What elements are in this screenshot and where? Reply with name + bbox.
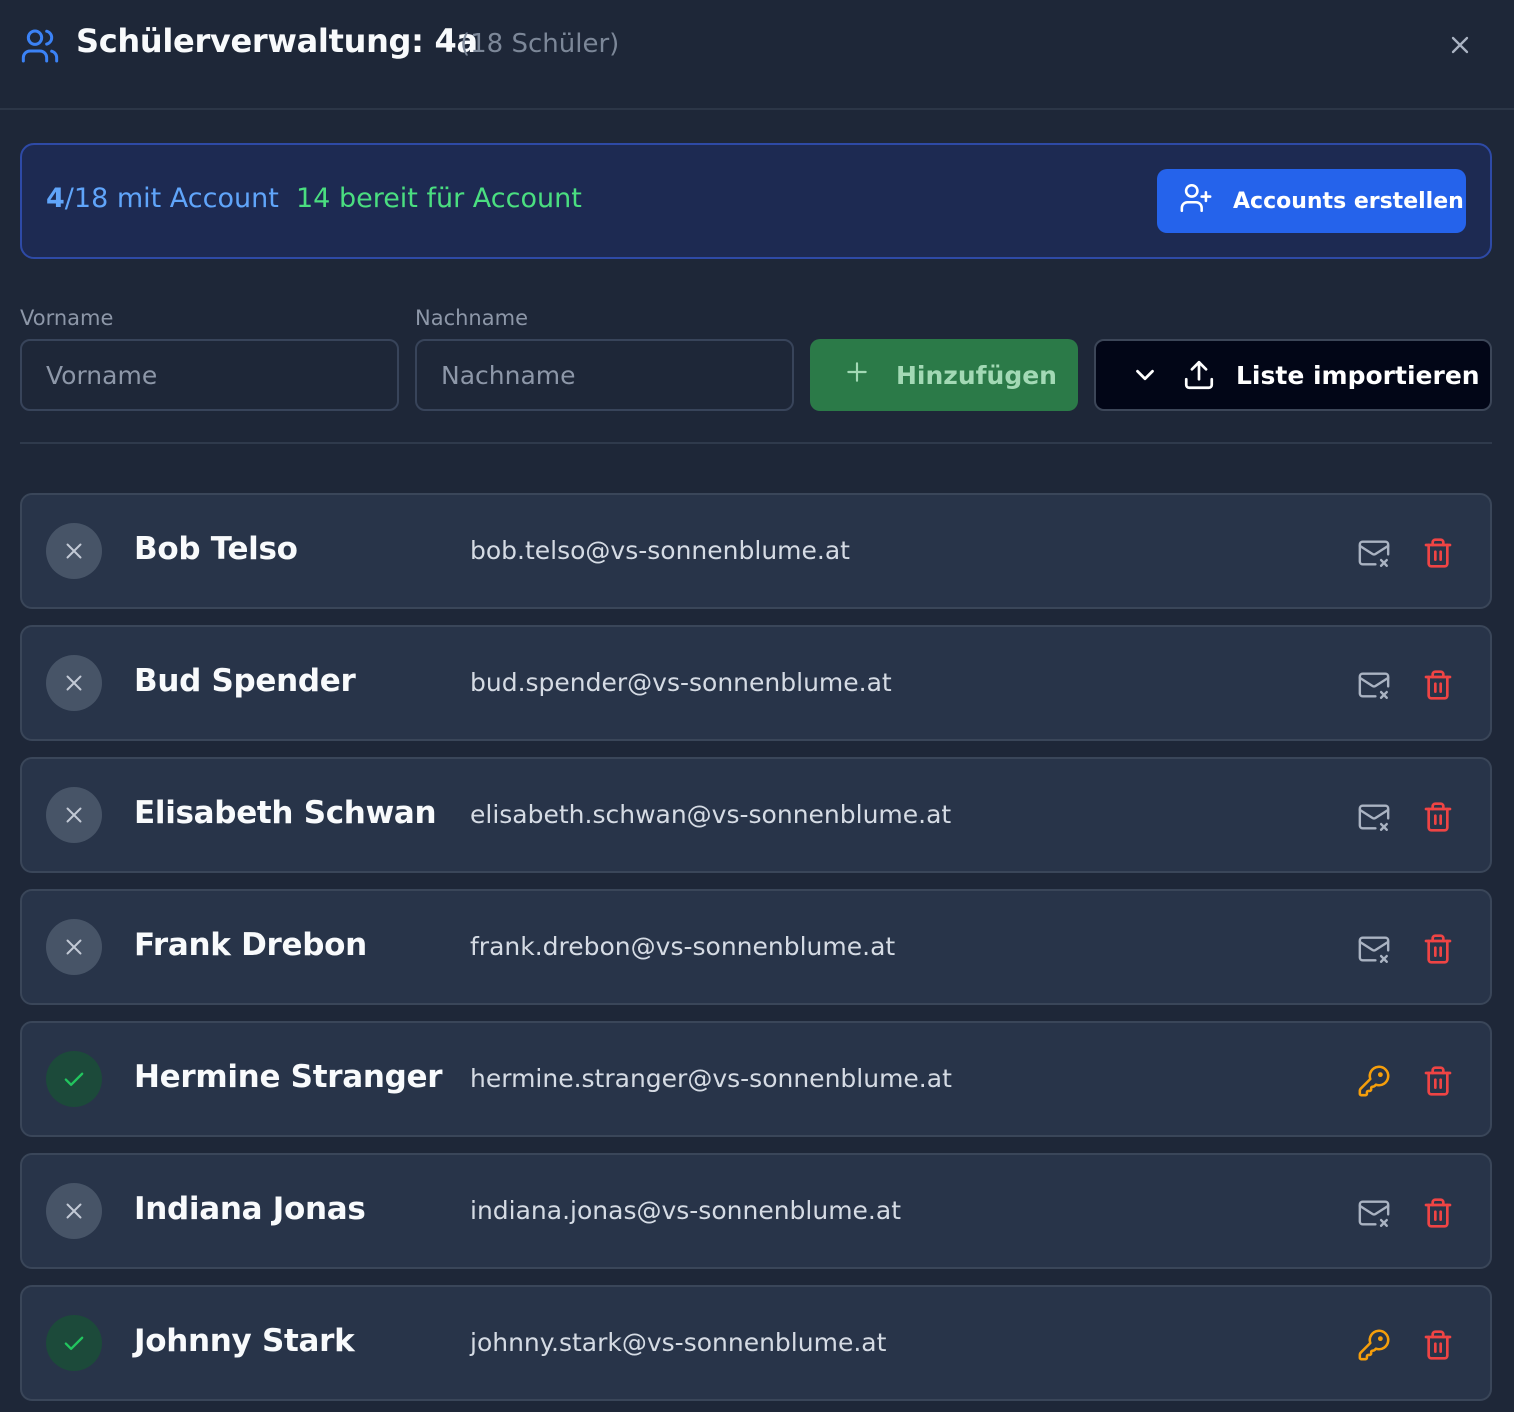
plus-icon bbox=[844, 359, 870, 391]
trash-icon[interactable] bbox=[1420, 1193, 1456, 1233]
account-stat-rest: /18 mit Account bbox=[64, 183, 279, 214]
student-list: Bob Telso bob.telso@vs-sonnenblume.at Bu… bbox=[20, 493, 1492, 1412]
student-email: indiana.jonas@vs-sonnenblume.at bbox=[470, 1196, 902, 1225]
create-accounts-button[interactable]: Accounts erstellen bbox=[1157, 169, 1466, 233]
mail-x-icon[interactable] bbox=[1354, 929, 1394, 969]
student-email: hermine.stranger@vs-sonnenblume.at bbox=[470, 1064, 952, 1093]
trash-icon[interactable] bbox=[1420, 797, 1456, 837]
user-plus-icon bbox=[1179, 181, 1213, 221]
student-row: Frank Drebon frank.drebon@vs-sonnenblume… bbox=[20, 889, 1492, 1005]
firstname-label: Vorname bbox=[20, 306, 114, 330]
mail-x-icon[interactable] bbox=[1354, 1193, 1394, 1233]
lastname-label: Nachname bbox=[415, 306, 528, 330]
dialog-header: Schülerverwaltung: 4a (18 Schüler) bbox=[0, 0, 1514, 110]
student-name: Bob Telso bbox=[134, 531, 298, 567]
account-summary-banner: 4/18 mit Account 14 bereit für Account A… bbox=[20, 143, 1492, 259]
account-check-icon bbox=[46, 1315, 102, 1371]
student-row: Johnny Stark johnny.stark@vs-sonnenblume… bbox=[20, 1285, 1492, 1401]
student-email: johnny.stark@vs-sonnenblume.at bbox=[470, 1328, 887, 1357]
trash-icon[interactable] bbox=[1420, 533, 1456, 573]
create-accounts-label: Accounts erstellen bbox=[1233, 188, 1464, 214]
key-icon[interactable] bbox=[1354, 1061, 1394, 1101]
no-account-x-icon bbox=[46, 655, 102, 711]
chevron-down-icon[interactable] bbox=[1130, 360, 1160, 390]
mail-x-icon[interactable] bbox=[1354, 533, 1394, 573]
key-icon[interactable] bbox=[1354, 1325, 1394, 1365]
student-email: bud.spender@vs-sonnenblume.at bbox=[470, 668, 892, 697]
student-name: Bud Spender bbox=[134, 663, 356, 699]
trash-icon[interactable] bbox=[1420, 665, 1456, 705]
no-account-x-icon bbox=[46, 787, 102, 843]
users-icon bbox=[20, 26, 60, 66]
student-name: Johnny Stark bbox=[134, 1323, 355, 1359]
firstname-input[interactable] bbox=[20, 339, 399, 411]
import-list-button[interactable]: Liste importieren bbox=[1094, 339, 1492, 411]
trash-icon[interactable] bbox=[1420, 929, 1456, 969]
import-list-label: Liste importieren bbox=[1236, 360, 1480, 390]
student-name: Elisabeth Schwan bbox=[134, 795, 437, 831]
student-row: Elisabeth Schwan elisabeth.schwan@vs-son… bbox=[20, 757, 1492, 873]
student-count: (18 Schüler) bbox=[460, 29, 620, 59]
account-check-icon bbox=[46, 1051, 102, 1107]
account-stat: 4/18 mit Account bbox=[46, 183, 279, 214]
mail-x-icon[interactable] bbox=[1354, 665, 1394, 705]
add-student-button[interactable]: Hinzufügen bbox=[810, 339, 1078, 411]
student-row: Hermine Stranger hermine.stranger@vs-son… bbox=[20, 1021, 1492, 1137]
mail-x-icon[interactable] bbox=[1354, 797, 1394, 837]
ready-stat: 14 bereit für Account bbox=[296, 183, 582, 214]
student-name: Frank Drebon bbox=[134, 927, 367, 963]
no-account-x-icon bbox=[46, 919, 102, 975]
student-row: Indiana Jonas indiana.jonas@vs-sonnenblu… bbox=[20, 1153, 1492, 1269]
student-email: elisabeth.schwan@vs-sonnenblume.at bbox=[470, 800, 952, 829]
trash-icon[interactable] bbox=[1420, 1325, 1456, 1365]
no-account-x-icon bbox=[46, 1183, 102, 1239]
account-stat-count: 4 bbox=[46, 183, 65, 214]
student-row: Bob Telso bob.telso@vs-sonnenblume.at bbox=[20, 493, 1492, 609]
student-email: bob.telso@vs-sonnenblume.at bbox=[470, 536, 850, 565]
trash-icon[interactable] bbox=[1420, 1061, 1456, 1101]
student-email: frank.drebon@vs-sonnenblume.at bbox=[470, 932, 896, 961]
student-name: Hermine Stranger bbox=[134, 1059, 443, 1095]
divider bbox=[20, 442, 1492, 444]
no-account-x-icon bbox=[46, 523, 102, 579]
page-title: Schülerverwaltung: 4a bbox=[76, 22, 478, 60]
add-student-label: Hinzufügen bbox=[896, 360, 1057, 390]
lastname-input[interactable] bbox=[415, 339, 794, 411]
close-icon[interactable] bbox=[1440, 25, 1480, 65]
student-name: Indiana Jonas bbox=[134, 1191, 366, 1227]
student-row: Bud Spender bud.spender@vs-sonnenblume.a… bbox=[20, 625, 1492, 741]
upload-icon bbox=[1182, 358, 1216, 392]
